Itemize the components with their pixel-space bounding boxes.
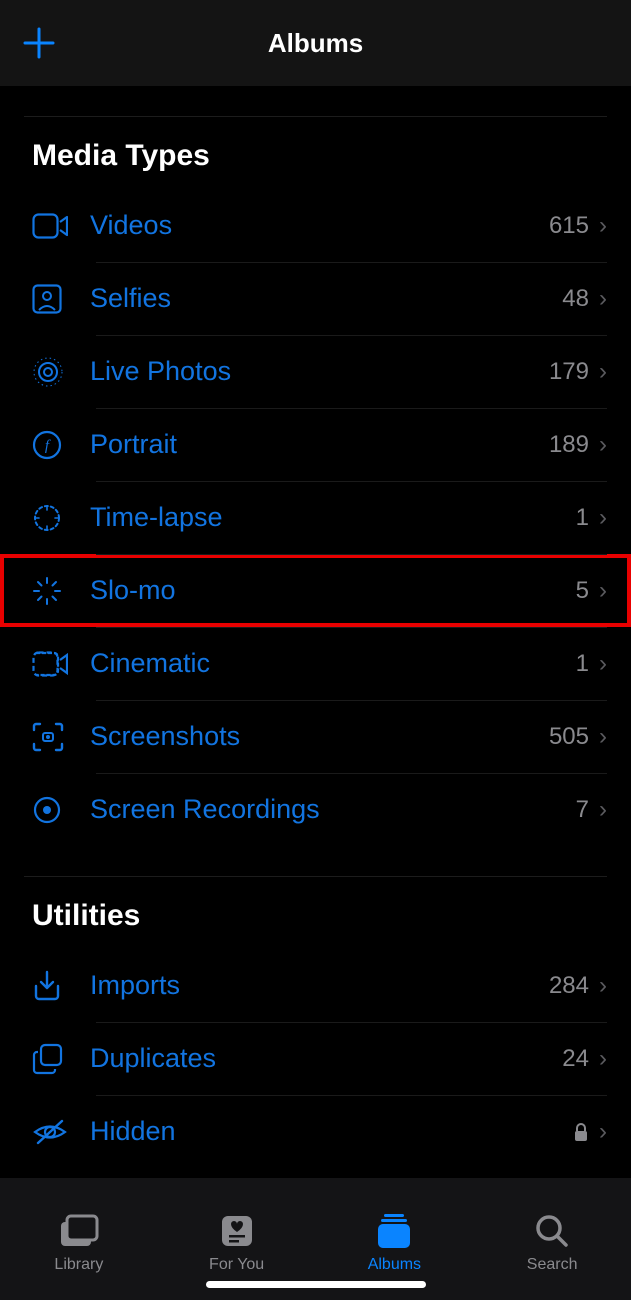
media-row-cinematic[interactable]: Cinematic 1 › [0,627,631,700]
screen-recordings-icon [32,795,62,825]
lock-icon [573,1122,589,1142]
chevron-right-icon: › [599,504,607,532]
row-label: Time-lapse [90,502,549,533]
chevron-right-icon: › [599,358,607,386]
row-label: Live Photos [90,356,549,387]
row-count: 24 [549,1045,589,1073]
utility-row-hidden[interactable]: Hidden › [0,1095,631,1168]
row-count: 505 [549,723,589,751]
slomo-icon [32,576,62,606]
row-label: Screen Recordings [90,794,549,825]
row-count: 48 [549,285,589,313]
media-row-selfies[interactable]: Selfies 48 › [0,262,631,335]
tab-albums[interactable]: Albums [316,1212,474,1274]
cinematic-icon [32,651,68,677]
tab-library[interactable]: Library [0,1212,158,1274]
row-label: Portrait [90,429,549,460]
albums-icon [374,1212,414,1250]
search-icon [534,1212,570,1250]
chevron-right-icon: › [599,285,607,313]
add-album-button[interactable] [20,24,58,62]
row-count: 1 [549,650,589,678]
media-row-live-photos[interactable]: Live Photos 179 › [0,335,631,408]
row-count: 7 [549,796,589,824]
media-row-videos[interactable]: Videos 615 › [0,189,631,262]
portrait-icon: f [32,430,62,460]
chevron-right-icon: › [599,212,607,240]
row-label: Hidden [90,1116,573,1147]
tab-for-you[interactable]: For You [158,1212,316,1274]
library-icon [58,1212,100,1250]
row-label: Slo-mo [90,575,549,606]
photos-app-screen: Albums Media Types Videos 615 › Selfies … [0,0,631,1300]
row-count: 284 [549,972,589,1000]
media-row-slo-mo[interactable]: Slo-mo 5 › [0,554,631,627]
row-label: Screenshots [90,721,549,752]
row-label: Duplicates [90,1043,549,1074]
selfie-icon [32,284,62,314]
chevron-right-icon: › [599,650,607,678]
tab-label: For You [209,1256,264,1274]
duplicates-icon [32,1043,64,1075]
chevron-right-icon: › [599,577,607,605]
for-you-icon [219,1212,255,1250]
row-label: Cinematic [90,648,549,679]
content-scroll[interactable]: Media Types Videos 615 › Selfies 48 › Li… [0,86,631,1178]
section-header-utilities: Utilities [0,877,631,949]
live-photos-icon [32,356,64,388]
plus-icon [22,26,56,60]
utility-row-imports[interactable]: Imports 284 › [0,949,631,1022]
chevron-right-icon: › [599,723,607,751]
tab-search[interactable]: Search [473,1212,631,1274]
row-label: Videos [90,210,549,241]
media-row-screen-recordings[interactable]: Screen Recordings 7 › [0,773,631,846]
row-label: Selfies [90,283,549,314]
row-count: 615 [549,212,589,240]
screenshots-icon [32,722,64,752]
tab-label: Search [527,1256,578,1274]
hidden-icon [32,1119,68,1145]
chevron-right-icon: › [599,1118,607,1146]
navbar: Albums [0,0,631,86]
media-row-portrait[interactable]: f Portrait 189 › [0,408,631,481]
home-indicator[interactable] [206,1281,426,1288]
media-row-screenshots[interactable]: Screenshots 505 › [0,700,631,773]
row-count: 189 [549,431,589,459]
row-count: 1 [549,504,589,532]
video-icon [32,213,68,239]
chevron-right-icon: › [599,431,607,459]
imports-icon [32,970,62,1002]
row-count: 179 [549,358,589,386]
chevron-right-icon: › [599,972,607,1000]
section-header-media-types: Media Types [0,117,631,189]
svg-text:f: f [45,438,51,454]
tab-label: Albums [368,1256,421,1274]
row-label: Imports [90,970,549,1001]
navbar-title: Albums [268,28,363,59]
timelapse-icon [32,503,62,533]
media-row-time-lapse[interactable]: Time-lapse 1 › [0,481,631,554]
row-count: 5 [549,577,589,605]
chevron-right-icon: › [599,796,607,824]
utility-row-duplicates[interactable]: Duplicates 24 › [0,1022,631,1095]
tab-label: Library [54,1256,103,1274]
chevron-right-icon: › [599,1045,607,1073]
